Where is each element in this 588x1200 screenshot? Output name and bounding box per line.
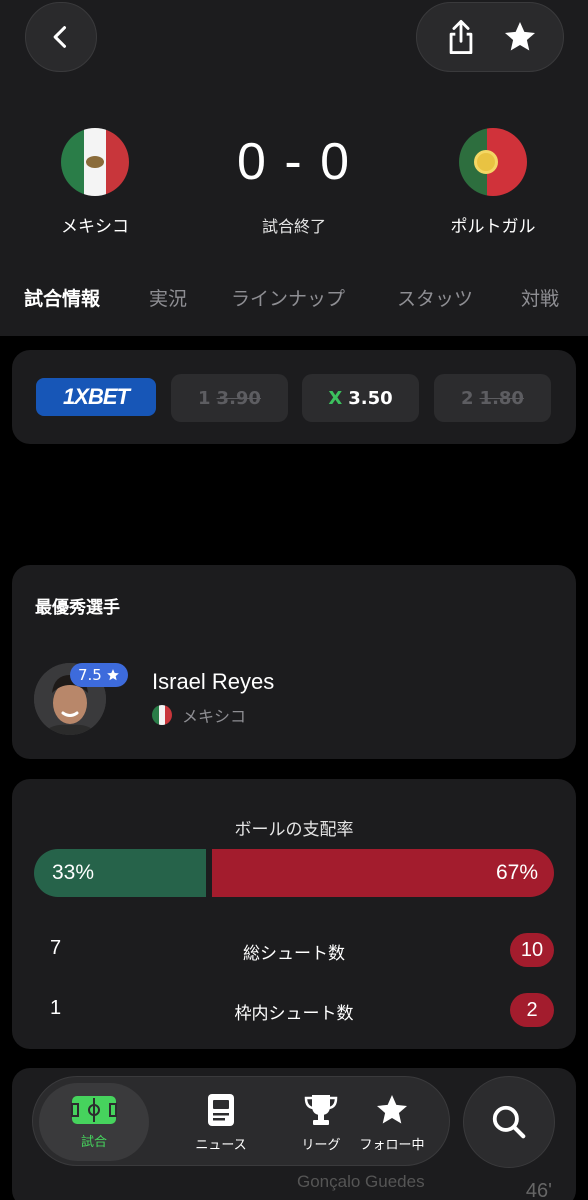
match-header: メキシコ 0 - 0 試合終了 ポルトガル 試合情報 実況 ラインナップ スタッ…: [0, 0, 588, 336]
mvp-card[interactable]: 最優秀選手 7.5 Israel Reyes メキシコ: [12, 565, 576, 759]
news-icon: [208, 1093, 234, 1126]
odd-home-label: 1: [198, 387, 211, 409]
player-team: メキシコ: [182, 707, 247, 726]
player-name[interactable]: Israel Reyes: [152, 669, 274, 695]
odd-draw-button[interactable]: X 3.50: [302, 374, 419, 422]
odd-draw-label: X: [328, 387, 343, 409]
home-team-flag[interactable]: [61, 128, 129, 196]
event-minute: 46': [525, 1180, 552, 1200]
chevron-left-icon: [53, 26, 67, 48]
search-button[interactable]: [463, 1076, 555, 1168]
search-icon: [492, 1105, 526, 1139]
odd-home-button[interactable]: 1 3.90: [171, 374, 288, 422]
possession-bar: 33% 67%: [34, 849, 554, 897]
nav-label: 試合: [80, 1134, 107, 1150]
share-icon: [449, 19, 472, 54]
stat-label: 総シュート数: [243, 944, 345, 964]
nav-following[interactable]: フォロー中: [333, 1077, 451, 1167]
tab-lineup[interactable]: ラインナップ: [231, 284, 345, 311]
back-button[interactable]: [25, 2, 97, 72]
nav-label: ニュース: [195, 1137, 247, 1153]
stat-label: 枠内シュート数: [234, 1004, 354, 1024]
bet-brand-logo[interactable]: 1XBET: [36, 378, 156, 416]
tab-stats[interactable]: スタッツ: [397, 284, 473, 311]
match-status: 試合終了: [261, 217, 326, 236]
stat-away-value: 10: [510, 933, 554, 967]
away-team-flag[interactable]: [459, 128, 527, 196]
odd-away-button[interactable]: 2 1.80: [434, 374, 551, 422]
player-rating-badge: 7.5: [70, 663, 128, 687]
nav-label: フォロー中: [359, 1137, 425, 1153]
nav-news[interactable]: ニュース: [169, 1077, 273, 1167]
event-player: Gonçalo Guedes: [297, 1172, 425, 1191]
nav-matches[interactable]: 試合: [39, 1083, 149, 1161]
mvp-title: 最優秀選手: [35, 598, 120, 618]
odd-away-label: 2: [461, 387, 474, 409]
odd-away-value: 1.80: [479, 387, 524, 409]
tab-head-to-head[interactable]: 対戦: [521, 284, 559, 311]
stats-card: ボールの支配率 33% 67% 7 総シュート数 10 1 枠内シュート数 2: [12, 779, 576, 1049]
star-icon: [107, 669, 119, 681]
match-tabs: 試合情報 実況 ラインナップ スタッツ 対戦: [0, 284, 588, 314]
share-button[interactable]: [437, 13, 485, 61]
odds-card: 1XBET 1 3.90 X 3.50 2 1.80: [12, 350, 576, 444]
player-rating: 7.5: [78, 666, 102, 684]
home-team-name[interactable]: メキシコ: [25, 212, 165, 237]
tab-commentary[interactable]: 実況: [149, 284, 187, 311]
header-actions: [416, 2, 564, 72]
possession-away: 67%: [211, 849, 554, 897]
possession-home: 33%: [34, 849, 206, 897]
star-icon: [377, 1094, 407, 1123]
tab-match-info[interactable]: 試合情報: [24, 284, 100, 311]
favorite-button[interactable]: [496, 13, 544, 61]
stat-away-value: 2: [510, 993, 554, 1027]
player-team-flag: [152, 705, 172, 725]
odd-home-value: 3.90: [216, 387, 261, 409]
match-score: 0 - 0: [236, 133, 352, 191]
possession-title: ボールの支配率: [234, 820, 354, 840]
stat-row-shots-on-target: 1 枠内シュート数 2: [12, 993, 576, 1027]
bottom-nav: 試合 ニュース リーグ フォロー中: [32, 1076, 450, 1166]
star-icon: [504, 22, 535, 51]
away-team-name[interactable]: ポルトガル: [423, 212, 563, 237]
pitch-icon: [71, 1095, 117, 1124]
stat-row-total-shots: 7 総シュート数 10: [12, 933, 576, 967]
odd-draw-value: 3.50: [348, 387, 393, 409]
